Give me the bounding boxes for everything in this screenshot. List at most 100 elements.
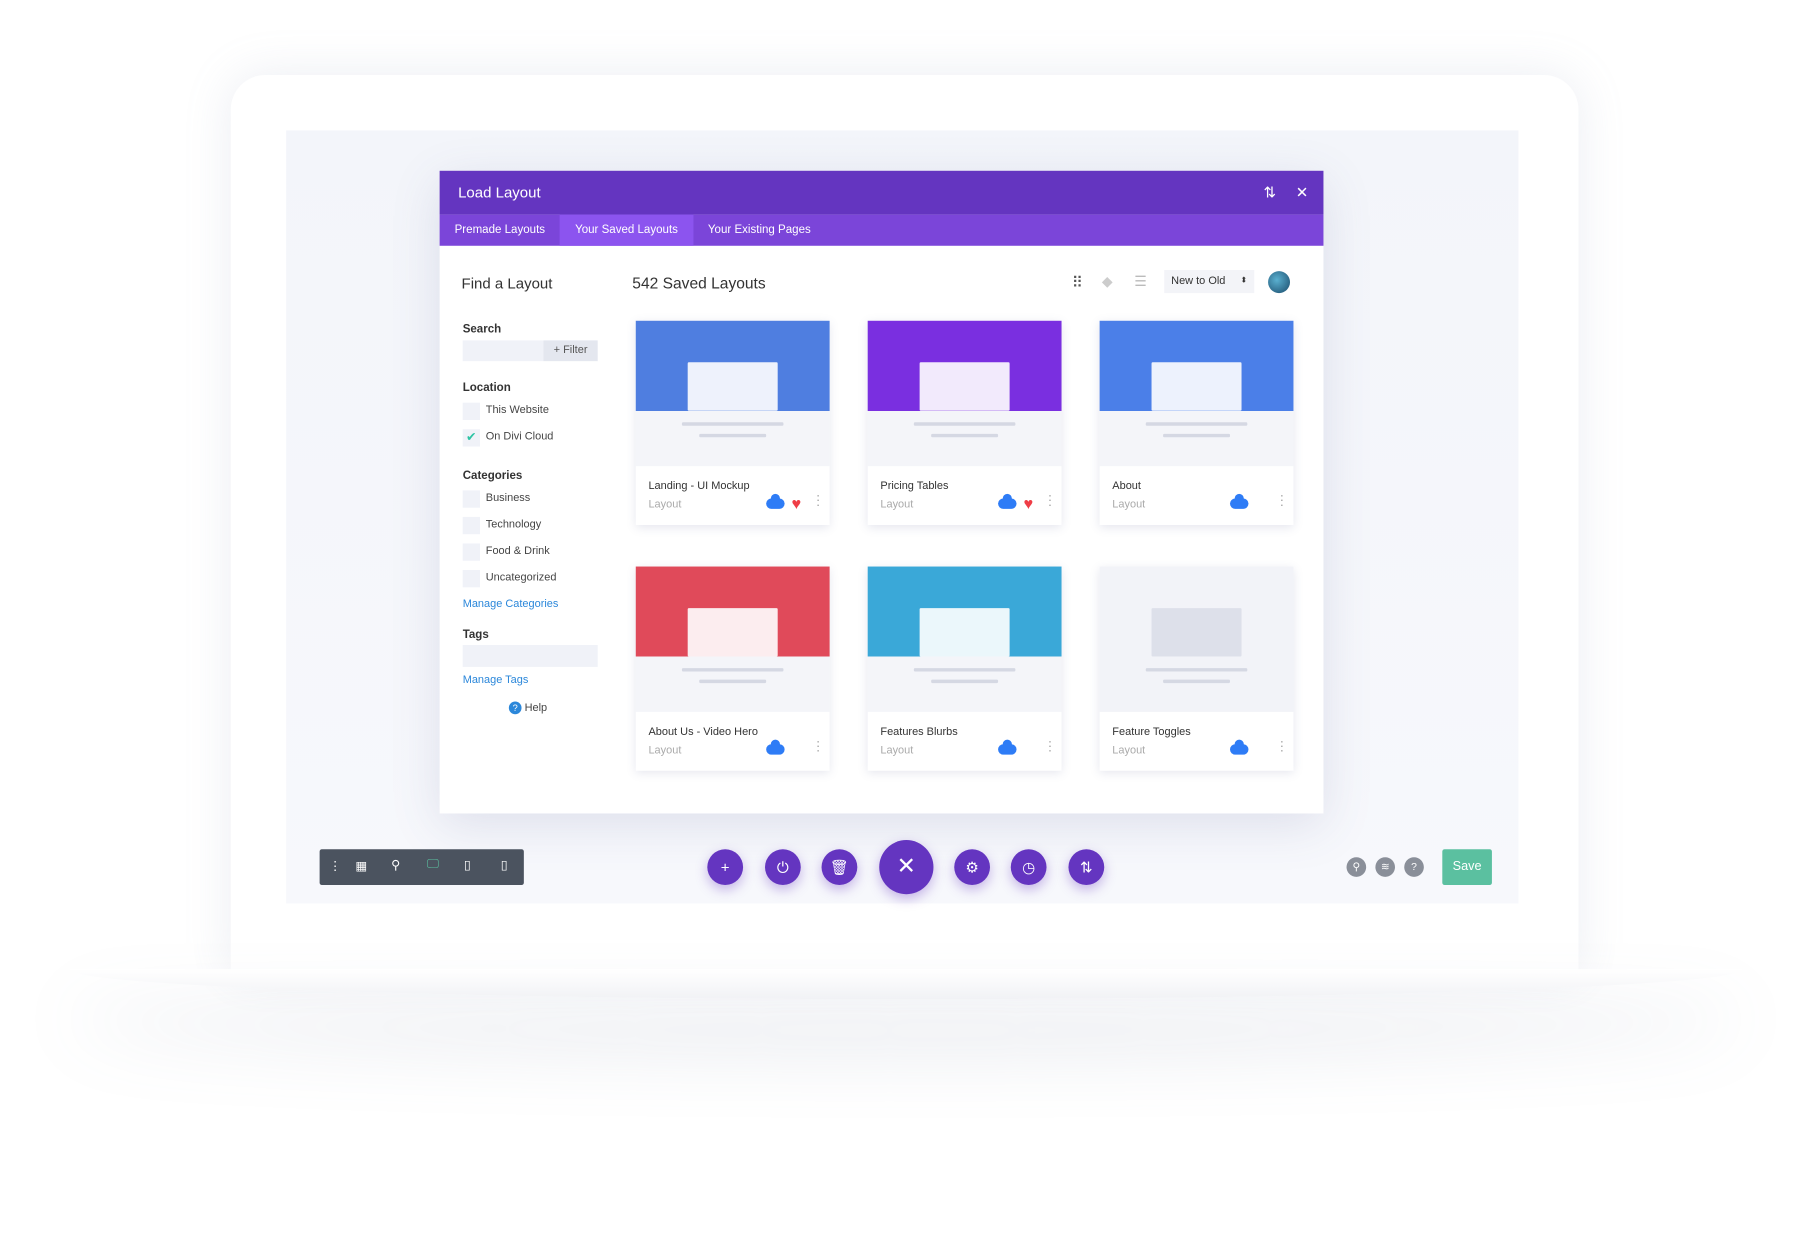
- tags-label: Tags: [462, 628, 489, 642]
- layout-title: Pricing Tables: [880, 479, 949, 493]
- laptop-base: [69, 969, 1743, 1000]
- trash-icon[interactable]: 🗑: [821, 849, 858, 885]
- add-icon[interactable]: +: [707, 849, 744, 885]
- more-options-icon[interactable]: ⋮: [329, 858, 342, 874]
- categories-label: Categories: [462, 469, 523, 483]
- layout-thumbnail[interactable]: [635, 320, 830, 467]
- save-button[interactable]: Save: [1442, 849, 1492, 885]
- tag-icon[interactable]: ◆: [1102, 273, 1113, 289]
- view-toolbar: ⋮ ▦ ⚲ 🖵 ▯ ▯: [319, 849, 524, 885]
- checkmark-icon[interactable]: ✔: [462, 429, 480, 447]
- cloud-icon: [1229, 739, 1249, 755]
- more-options-icon[interactable]: · · ·: [1280, 736, 1285, 758]
- location-this-website[interactable]: This Website: [462, 402, 601, 421]
- layout-card[interactable]: Pricing Tables Layout ♥ · · ·: [867, 320, 1062, 525]
- tablet-icon[interactable]: ▯: [464, 857, 471, 872]
- category-uncategorized[interactable]: Uncategorized: [462, 569, 601, 588]
- tab-premade-layouts[interactable]: Premade Layouts: [440, 215, 560, 246]
- manage-tags-link[interactable]: Manage Tags: [463, 674, 529, 687]
- sort-arrows-icon[interactable]: ⇅: [1263, 183, 1276, 201]
- option-label: Business: [485, 491, 531, 505]
- option-label: This Website: [485, 403, 549, 417]
- modal-tabs: Premade Layouts Your Saved Layouts Your …: [439, 214, 1324, 246]
- heart-icon[interactable]: ♥: [792, 494, 802, 512]
- history-icon[interactable]: ◷: [1010, 849, 1047, 885]
- option-label: Food & Drink: [485, 544, 550, 558]
- more-options-icon[interactable]: · · ·: [1048, 490, 1053, 512]
- cloud-icon: [766, 493, 785, 509]
- option-label: Technology: [485, 518, 542, 531]
- layers-icon[interactable]: ≋: [1375, 857, 1395, 877]
- option-label: Uncategorized: [485, 571, 557, 584]
- desktop-icon[interactable]: 🖵: [427, 857, 439, 872]
- tab-your-existing-pages[interactable]: Your Existing Pages: [693, 215, 826, 246]
- more-options-icon[interactable]: · · ·: [1048, 736, 1053, 758]
- search-icon[interactable]: ⚲: [1346, 857, 1367, 877]
- select-arrows-icon: ⬍: [1240, 276, 1248, 285]
- layout-type: Layout: [880, 744, 914, 757]
- more-options-icon[interactable]: · · ·: [1280, 490, 1285, 512]
- checkbox[interactable]: [462, 402, 480, 421]
- list-view-icon[interactable]: ☰: [1134, 273, 1146, 289]
- portability-icon[interactable]: ⇅: [1068, 849, 1105, 885]
- grid-view-icon[interactable]: ⠿: [1072, 273, 1083, 291]
- layout-type: Layout: [648, 744, 682, 757]
- search-label: Search: [462, 323, 502, 336]
- layout-thumbnail[interactable]: [635, 566, 830, 712]
- option-label: On Divi Cloud: [485, 430, 554, 444]
- cloud-icon: [766, 739, 785, 755]
- power-icon[interactable]: ⏻: [764, 849, 801, 885]
- heart-icon[interactable]: ♥: [1023, 494, 1033, 512]
- layout-type: Layout: [648, 498, 682, 512]
- location-on-divi-cloud[interactable]: ✔ On Divi Cloud: [462, 428, 601, 447]
- search-input[interactable]: [462, 340, 544, 362]
- checkbox[interactable]: [462, 490, 480, 508]
- manage-categories-link[interactable]: Manage Categories: [463, 598, 559, 611]
- more-options-icon[interactable]: · · ·: [816, 736, 821, 758]
- sidebar-title: Find a Layout: [461, 274, 553, 292]
- sort-value: New to Old: [1171, 274, 1226, 288]
- tags-input[interactable]: [462, 644, 598, 667]
- tab-your-saved-layouts[interactable]: Your Saved Layouts: [560, 214, 693, 246]
- modal-header: Load Layout ⇅ ✕: [439, 170, 1324, 215]
- layout-type: Layout: [1112, 498, 1146, 512]
- sort-select[interactable]: New to Old ⬍: [1164, 269, 1255, 294]
- saved-layouts-count: 542 Saved Layouts: [632, 274, 766, 292]
- close-builder-icon[interactable]: ✕: [879, 839, 934, 895]
- layout-type: Layout: [1112, 744, 1146, 757]
- layout-thumbnail[interactable]: [1099, 566, 1294, 712]
- load-layout-modal: Load Layout ⇅ ✕ Premade Layouts Your Sav…: [439, 170, 1324, 814]
- category-business[interactable]: Business: [462, 489, 601, 508]
- layout-thumbnail[interactable]: [867, 566, 1062, 712]
- layout-card[interactable]: Feature Toggles Layout · · ·: [1099, 566, 1294, 771]
- layout-card[interactable]: Landing - UI Mockup Layout ♥ · · ·: [635, 320, 830, 525]
- cloud-icon: [1229, 493, 1249, 509]
- category-food-drink[interactable]: Food & Drink: [462, 542, 601, 562]
- layout-title: About Us - Video Hero: [648, 725, 758, 739]
- cloud-icon: [998, 493, 1017, 509]
- filter-button[interactable]: + Filter: [543, 340, 598, 362]
- layout-card[interactable]: About Layout · · ·: [1099, 320, 1294, 525]
- modal-title: Load Layout: [458, 183, 541, 201]
- layout-type: Layout: [880, 498, 914, 512]
- cloud-icon: [998, 739, 1017, 755]
- layout-thumbnail[interactable]: [867, 320, 1062, 467]
- layout-thumbnail[interactable]: [1099, 320, 1294, 467]
- more-options-icon[interactable]: · · ·: [816, 490, 821, 512]
- layout-title: Features Blurbs: [880, 725, 958, 739]
- help-button[interactable]: ? Help: [508, 701, 547, 715]
- settings-icon[interactable]: ⚙: [954, 849, 990, 885]
- layout-title: About: [1112, 479, 1141, 493]
- category-technology[interactable]: Technology: [462, 516, 601, 535]
- checkbox[interactable]: [462, 543, 480, 562]
- layout-card[interactable]: About Us - Video Hero Layout · · ·: [635, 566, 830, 771]
- close-icon[interactable]: ✕: [1296, 183, 1309, 201]
- checkbox[interactable]: [462, 517, 480, 535]
- phone-icon[interactable]: ▯: [501, 857, 508, 872]
- help-icon[interactable]: ?: [1404, 857, 1424, 877]
- avatar[interactable]: [1268, 271, 1290, 294]
- layout-card[interactable]: Features Blurbs Layout · · ·: [867, 566, 1062, 771]
- zoom-icon[interactable]: ⚲: [391, 857, 400, 872]
- wireframe-icon[interactable]: ▦: [355, 858, 367, 874]
- checkbox[interactable]: [462, 570, 480, 588]
